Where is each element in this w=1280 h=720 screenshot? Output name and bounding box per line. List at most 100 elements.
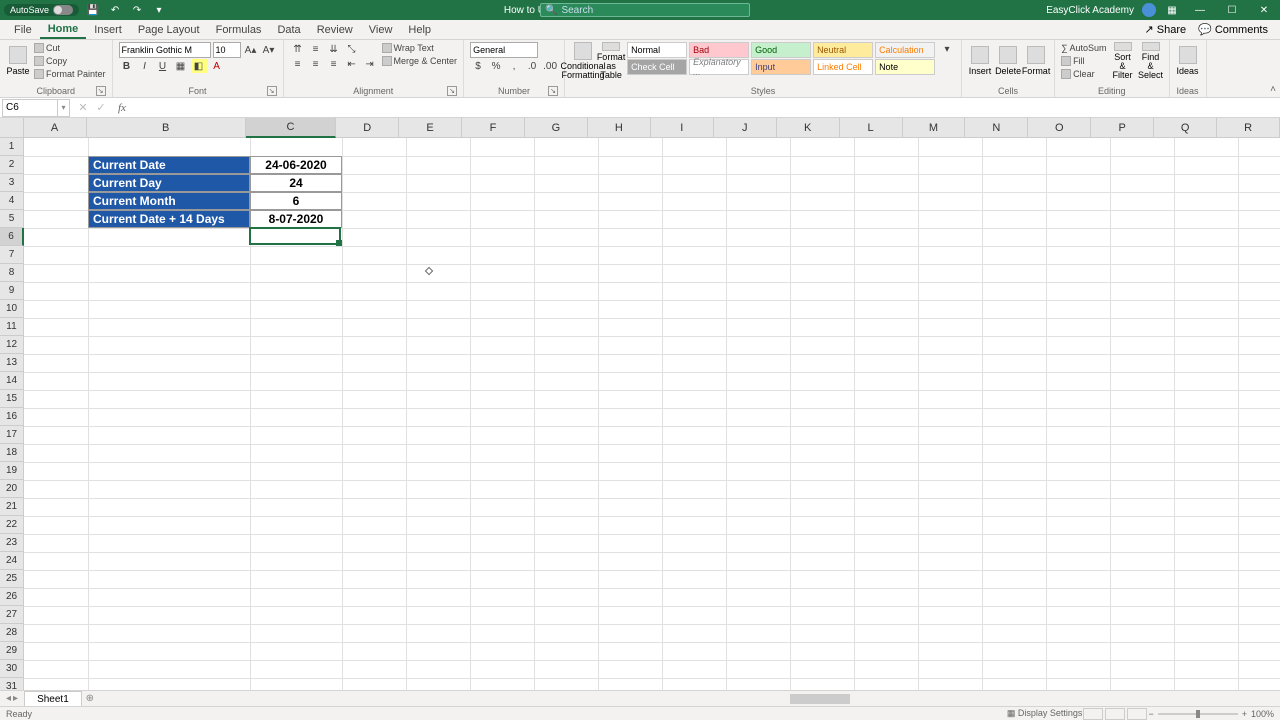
- row-header-5[interactable]: 5: [0, 210, 24, 228]
- orientation-icon[interactable]: ⤡: [344, 42, 360, 56]
- tab-file[interactable]: File: [6, 20, 40, 39]
- comments-button[interactable]: 💬Comments: [1192, 23, 1274, 36]
- format-painter-button[interactable]: Format Painter: [34, 68, 106, 80]
- decrease-font-icon[interactable]: A▾: [261, 43, 277, 57]
- wrap-text-button[interactable]: Wrap Text: [382, 42, 458, 54]
- merge-center-button[interactable]: Merge & Center: [382, 55, 458, 67]
- table-value-cell[interactable]: 24: [250, 174, 342, 192]
- col-header-I[interactable]: I: [651, 118, 714, 138]
- clear-button[interactable]: Clear: [1061, 68, 1106, 80]
- tab-page-layout[interactable]: Page Layout: [130, 20, 208, 39]
- tab-help[interactable]: Help: [400, 20, 439, 39]
- col-header-C[interactable]: C: [246, 118, 336, 138]
- number-format-select[interactable]: General: [470, 42, 538, 58]
- align-right-icon[interactable]: ≡: [326, 57, 342, 71]
- tab-view[interactable]: View: [361, 20, 401, 39]
- col-header-H[interactable]: H: [588, 118, 651, 138]
- undo-icon[interactable]: ↶: [107, 2, 123, 18]
- alignment-launcher-icon[interactable]: ↘: [447, 86, 457, 96]
- align-center-icon[interactable]: ≡: [308, 57, 324, 71]
- styles-more-icon[interactable]: ▾: [939, 42, 955, 56]
- name-box[interactable]: C6: [2, 99, 58, 117]
- ribbon-mode-icon[interactable]: ▦: [1164, 2, 1180, 18]
- row-header-15[interactable]: 15: [0, 390, 24, 408]
- percent-icon[interactable]: %: [488, 59, 504, 73]
- style-calculation[interactable]: Calculation: [875, 42, 935, 58]
- save-icon[interactable]: 💾: [85, 2, 101, 18]
- view-page-break-icon[interactable]: [1127, 708, 1147, 720]
- align-bottom-icon[interactable]: ⇊: [326, 42, 342, 56]
- avatar-icon[interactable]: [1142, 3, 1156, 17]
- share-button[interactable]: ↗Share: [1139, 23, 1193, 36]
- col-header-G[interactable]: G: [525, 118, 588, 138]
- search-box[interactable]: 🔍 Search: [540, 3, 750, 17]
- col-header-B[interactable]: B: [87, 118, 246, 138]
- increase-decimal-icon[interactable]: .0: [524, 59, 540, 73]
- fill-button[interactable]: Fill: [1061, 55, 1106, 67]
- tab-data[interactable]: Data: [269, 20, 308, 39]
- col-header-L[interactable]: L: [840, 118, 903, 138]
- col-header-D[interactable]: D: [336, 118, 399, 138]
- account-name[interactable]: EasyClick Academy: [1046, 5, 1134, 16]
- row-header-30[interactable]: 30: [0, 660, 24, 678]
- tab-review[interactable]: Review: [309, 20, 361, 39]
- row-header-19[interactable]: 19: [0, 462, 24, 480]
- border-button[interactable]: ▦: [173, 59, 189, 73]
- row-header-12[interactable]: 12: [0, 336, 24, 354]
- row-header-29[interactable]: 29: [0, 642, 24, 660]
- col-header-J[interactable]: J: [714, 118, 777, 138]
- table-value-cell[interactable]: 8-07-2020: [250, 210, 342, 228]
- col-header-R[interactable]: R: [1217, 118, 1280, 138]
- zoom-in-icon[interactable]: +: [1242, 709, 1247, 719]
- row-header-25[interactable]: 25: [0, 570, 24, 588]
- align-middle-icon[interactable]: ≡: [308, 42, 324, 56]
- close-icon[interactable]: ✕: [1252, 0, 1276, 20]
- autosum-button[interactable]: ∑AutoSum: [1061, 42, 1106, 54]
- font-name-select[interactable]: Franklin Gothic M: [119, 42, 211, 58]
- italic-button[interactable]: I: [137, 59, 153, 73]
- accounting-icon[interactable]: $: [470, 59, 486, 73]
- col-header-K[interactable]: K: [777, 118, 840, 138]
- col-header-A[interactable]: A: [24, 118, 87, 138]
- row-header-28[interactable]: 28: [0, 624, 24, 642]
- insert-cells-button[interactable]: Insert: [968, 42, 992, 80]
- style-good[interactable]: Good: [751, 42, 811, 58]
- row-header-21[interactable]: 21: [0, 498, 24, 516]
- increase-font-icon[interactable]: A▴: [243, 43, 259, 57]
- row-header-22[interactable]: 22: [0, 516, 24, 534]
- conditional-formatting-button[interactable]: Conditional Formatting: [571, 42, 595, 80]
- copy-button[interactable]: Copy: [34, 55, 106, 67]
- table-label-cell[interactable]: Current Date + 14 Days: [88, 210, 250, 228]
- clipboard-launcher-icon[interactable]: ↘: [96, 86, 106, 96]
- collapse-ribbon-icon[interactable]: ˄: [1270, 84, 1276, 95]
- row-header-10[interactable]: 10: [0, 300, 24, 318]
- underline-button[interactable]: U: [155, 59, 171, 73]
- row-header-16[interactable]: 16: [0, 408, 24, 426]
- font-launcher-icon[interactable]: ↘: [267, 86, 277, 96]
- style-neutral[interactable]: Neutral: [813, 42, 873, 58]
- font-size-select[interactable]: 10: [213, 42, 241, 58]
- col-header-N[interactable]: N: [965, 118, 1028, 138]
- sheet-nav-next-icon[interactable]: ▸: [13, 693, 18, 704]
- add-sheet-icon[interactable]: ⊕: [82, 691, 98, 707]
- table-label-cell[interactable]: Current Date: [88, 156, 250, 174]
- decrease-indent-icon[interactable]: ⇤: [344, 57, 360, 71]
- zoom-out-icon[interactable]: −: [1148, 709, 1153, 719]
- select-all-corner[interactable]: [0, 118, 24, 138]
- display-settings-button[interactable]: ▦ Display Settings: [1007, 708, 1083, 719]
- increase-indent-icon[interactable]: ⇥: [362, 57, 378, 71]
- align-left-icon[interactable]: ≡: [290, 57, 306, 71]
- row-header-24[interactable]: 24: [0, 552, 24, 570]
- format-as-table-button[interactable]: Format as Table: [599, 42, 623, 80]
- style-check-cell[interactable]: Check Cell: [627, 59, 687, 75]
- enter-formula-icon[interactable]: ✓: [94, 101, 108, 114]
- tab-home[interactable]: Home: [40, 20, 87, 39]
- col-header-F[interactable]: F: [462, 118, 525, 138]
- tab-insert[interactable]: Insert: [86, 20, 130, 39]
- comma-icon[interactable]: ,: [506, 59, 522, 73]
- qat-customize-icon[interactable]: ▾: [151, 2, 167, 18]
- row-header-26[interactable]: 26: [0, 588, 24, 606]
- row-header-6[interactable]: 6: [0, 228, 24, 246]
- ideas-button[interactable]: Ideas: [1176, 42, 1200, 80]
- row-header-1[interactable]: 1: [0, 138, 24, 156]
